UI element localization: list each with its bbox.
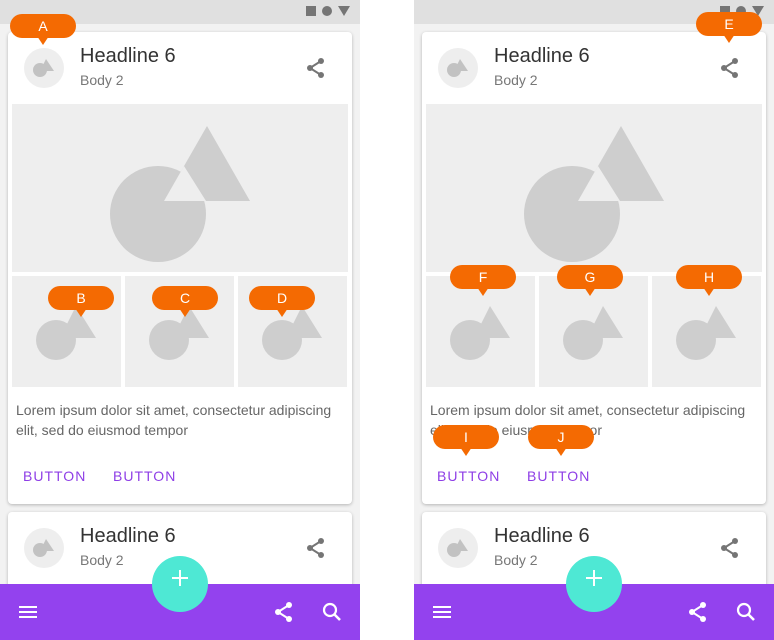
avatar-image-icon (447, 59, 468, 77)
card-action-button-2[interactable]: BUTTON (527, 464, 590, 488)
circle-icon (322, 6, 332, 16)
card-action-button-2[interactable]: BUTTON (113, 464, 176, 488)
marker-h: H (676, 265, 742, 296)
card-subhead: Body 2 (80, 552, 124, 568)
card-subhead: Body 2 (494, 72, 538, 88)
menu-icon[interactable] (16, 600, 40, 624)
card-subhead: Body 2 (494, 552, 538, 568)
share-icon[interactable] (686, 600, 710, 624)
hero-media (12, 104, 348, 272)
floating-action-button[interactable] (152, 556, 208, 612)
card-header: Headline 6 Body 2 (8, 32, 352, 104)
floating-action-button[interactable] (566, 556, 622, 612)
search-icon[interactable] (734, 600, 758, 624)
marker-f: F (450, 265, 516, 296)
marker-g: G (557, 265, 623, 296)
image-placeholder-icon (110, 126, 250, 262)
image-placeholder-icon (524, 126, 664, 262)
plus-icon (586, 570, 602, 586)
avatar (438, 528, 478, 568)
hero-media (426, 104, 762, 272)
card-action-button-1[interactable]: BUTTON (437, 464, 500, 488)
card-body-text: Lorem ipsum dolor sit amet, consectetur … (16, 402, 332, 438)
media-card: Headline 6 Body 2 Lorem ipsum dolor sit … (8, 32, 352, 504)
marker-a: A (10, 14, 76, 45)
image-placeholder-icon (262, 306, 322, 360)
card-headline: Headline 6 (80, 525, 176, 547)
marker-i: I (433, 425, 499, 456)
image-placeholder-icon (450, 306, 510, 360)
square-icon (306, 6, 316, 16)
screen-left: Headline 6 Body 2 Lorem ipsum dolor sit … (0, 0, 360, 640)
avatar (24, 528, 64, 568)
avatar-image-icon (33, 59, 54, 77)
search-icon[interactable] (320, 600, 344, 624)
share-icon[interactable] (718, 56, 742, 80)
menu-icon[interactable] (430, 600, 454, 624)
avatar (24, 48, 64, 88)
share-icon[interactable] (304, 56, 328, 80)
image-placeholder-icon (676, 306, 736, 360)
marker-j: J (528, 425, 594, 456)
card-headline: Headline 6 (494, 45, 590, 67)
marker-c: C (152, 286, 218, 317)
card-headline: Headline 6 (80, 45, 176, 67)
marker-e: E (696, 12, 762, 43)
card-action-button-1[interactable]: BUTTON (23, 464, 86, 488)
avatar-image-icon (33, 539, 54, 557)
share-icon[interactable] (718, 536, 742, 560)
share-icon[interactable] (272, 600, 296, 624)
image-placeholder-icon (563, 306, 623, 360)
marker-b: B (48, 286, 114, 317)
plus-icon (172, 570, 188, 586)
screen-right: Headline 6 Body 2 Lorem ipsum dolor sit … (414, 0, 774, 640)
avatar (438, 48, 478, 88)
card-subhead: Body 2 (80, 72, 124, 88)
share-icon[interactable] (304, 536, 328, 560)
triangle-icon (338, 6, 350, 16)
image-placeholder-icon (36, 306, 96, 360)
card-headline: Headline 6 (494, 525, 590, 547)
marker-d: D (249, 286, 315, 317)
card-header: Headline 6 Body 2 (422, 32, 766, 104)
avatar-image-icon (447, 539, 468, 557)
